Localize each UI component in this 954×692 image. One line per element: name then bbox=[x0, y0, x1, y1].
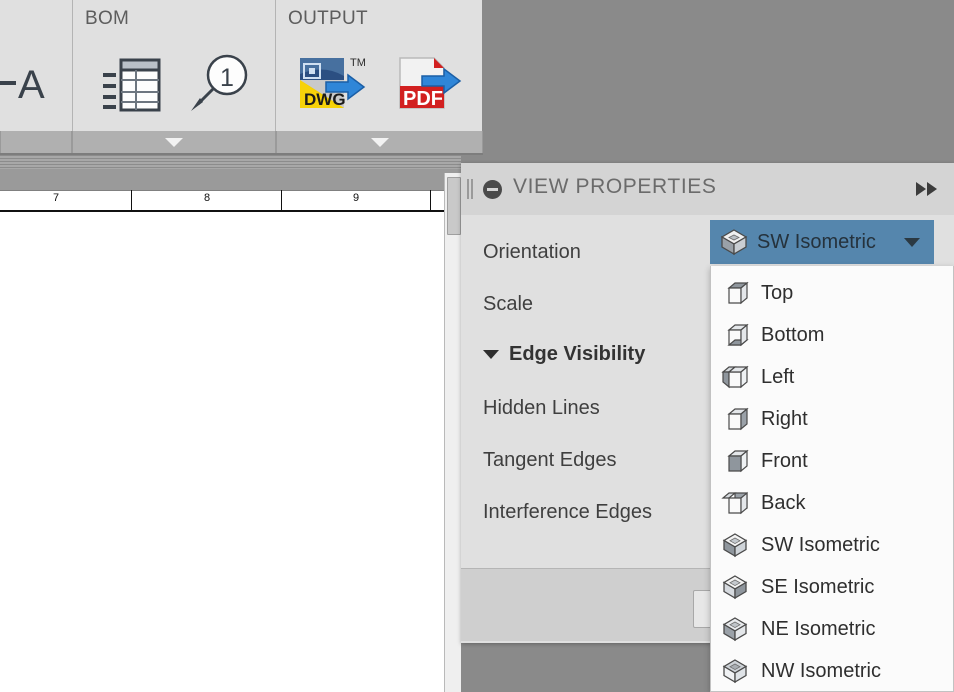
panel-expander-bom[interactable] bbox=[72, 131, 276, 153]
fast-forward-icon[interactable] bbox=[916, 179, 944, 199]
dropdown-option-ne-isometric[interactable]: NE Isometric bbox=[721, 610, 875, 648]
svg-text:DWG: DWG bbox=[304, 90, 346, 109]
cube-top-icon bbox=[727, 281, 749, 305]
export-dwg-tool[interactable]: DWG TM bbox=[294, 52, 370, 118]
ribbon: A BOM 1 OUTPUT DWG TM PDF bbox=[0, 0, 483, 155]
label-scale: Scale bbox=[483, 293, 534, 315]
dropdown-option-label: Back bbox=[761, 491, 806, 514]
label-hidden-lines: Hidden Lines bbox=[483, 397, 600, 419]
dropdown-option-label: SE Isometric bbox=[761, 575, 875, 598]
dropdown-option-sw-isometric[interactable]: SW Isometric bbox=[721, 526, 880, 564]
panel-expander-output[interactable] bbox=[276, 131, 483, 153]
cube-bottom-icon bbox=[727, 323, 749, 347]
ruler-top-line bbox=[0, 190, 444, 191]
export-pdf-icon: PDF bbox=[399, 56, 462, 110]
drawing-canvas[interactable]: 7 8 9 bbox=[0, 155, 461, 692]
dropdown-option-se-isometric[interactable]: SE Isometric bbox=[721, 568, 874, 606]
ribbon-panel-bom-title: BOM bbox=[85, 8, 130, 29]
dropdown-option-nw-isometric[interactable]: NW Isometric bbox=[721, 652, 881, 690]
label-tangent-edges: Tangent Edges bbox=[483, 449, 617, 471]
zone-label: 9 bbox=[352, 193, 360, 205]
dropdown-option-label: Front bbox=[761, 449, 808, 472]
chevron-down-icon bbox=[370, 137, 389, 147]
ribbon-panel-bom: BOM 1 bbox=[72, 0, 275, 131]
label-interference-edges: Interference Edges bbox=[483, 501, 652, 523]
output-tools: DWG TM PDF bbox=[276, 38, 482, 131]
chevron-down-icon bbox=[165, 137, 183, 147]
parts-list-icon bbox=[103, 58, 161, 111]
group-edge-visibility[interactable]: Edge Visibility bbox=[483, 343, 645, 366]
dropdown-option-label: Right bbox=[761, 407, 808, 430]
dropdown-option-label: Left bbox=[761, 365, 795, 388]
dropdown-option-label: NW Isometric bbox=[761, 659, 881, 682]
minus-circle-icon[interactable] bbox=[483, 180, 502, 199]
export-pdf-tool[interactable]: PDF bbox=[392, 52, 464, 118]
app-root: A BOM 1 OUTPUT DWG TM PDF 7 8 9 VIEW PRO… bbox=[0, 0, 954, 692]
dropdown-option-left[interactable]: Left bbox=[721, 358, 794, 396]
sheet-zone-ruler: 7 8 9 bbox=[0, 190, 444, 212]
drag-handle-icon[interactable] bbox=[467, 179, 475, 199]
balloon-icon: 1 bbox=[191, 54, 248, 111]
svg-text:TM: TM bbox=[350, 57, 366, 69]
ribbon-panel-output-title: OUTPUT bbox=[288, 8, 368, 29]
chevron-down-icon[interactable] bbox=[904, 237, 920, 247]
cube-back-icon bbox=[721, 491, 748, 515]
cube-left-icon bbox=[721, 365, 749, 389]
bom-tools: 1 bbox=[73, 38, 275, 131]
canvas-top-hatch bbox=[0, 155, 461, 169]
dropdown-option-right[interactable]: Right bbox=[721, 400, 808, 438]
cube-front-icon bbox=[727, 449, 749, 473]
balloon-tool[interactable]: 1 bbox=[187, 54, 249, 116]
scrollbar-thumb[interactable] bbox=[447, 177, 461, 235]
dropdown-option-bottom[interactable]: Bottom bbox=[721, 316, 824, 354]
leader-text-tool[interactable]: A bbox=[0, 58, 58, 112]
ruler-tick bbox=[131, 190, 132, 210]
dropdown-option-label: Bottom bbox=[761, 323, 825, 346]
isometric-cube-icon bbox=[720, 229, 748, 256]
export-dwg-icon: DWG TM bbox=[300, 57, 366, 109]
ruler-tick bbox=[281, 190, 282, 210]
orientation-dropdown-list[interactable]: Top Bottom Left Right Front Back SW Isom… bbox=[710, 266, 954, 692]
dropdown-option-label: NE Isometric bbox=[761, 617, 876, 640]
iso-se-icon bbox=[722, 575, 748, 600]
parts-list-tool[interactable] bbox=[99, 54, 165, 116]
iso-ne-icon bbox=[722, 617, 748, 642]
caret-down-icon bbox=[483, 350, 499, 359]
orientation-value: SW Isometric bbox=[757, 230, 876, 253]
svg-text:PDF: PDF bbox=[403, 88, 443, 110]
dropdown-option-top[interactable]: Top bbox=[721, 274, 793, 312]
ruler-bottom-line bbox=[0, 210, 444, 212]
canvas-vertical-scrollbar[interactable] bbox=[444, 173, 461, 692]
ruler-tick bbox=[430, 190, 431, 210]
ribbon-panel-output: OUTPUT DWG TM PDF bbox=[275, 0, 482, 131]
svg-text:A: A bbox=[18, 63, 45, 107]
cube-right-icon bbox=[727, 407, 749, 431]
annotation-tools: A bbox=[0, 38, 72, 131]
orientation-combobox[interactable]: SW Isometric bbox=[710, 220, 934, 264]
panel-title: VIEW PROPERTIES bbox=[513, 175, 717, 198]
drawing-sheet bbox=[0, 205, 444, 692]
svg-text:1: 1 bbox=[220, 64, 234, 92]
label-orientation: Orientation bbox=[483, 241, 581, 263]
dropdown-option-front[interactable]: Front bbox=[721, 442, 808, 480]
leader-text-icon: A bbox=[0, 63, 45, 107]
triangle-right-icon bbox=[927, 182, 937, 196]
dropdown-option-label: SW Isometric bbox=[761, 533, 880, 556]
triangle-right-icon bbox=[916, 182, 926, 196]
dropdown-option-back[interactable]: Back bbox=[721, 484, 805, 522]
panel-footer-annotation bbox=[0, 131, 72, 153]
ribbon-panel-row: A BOM 1 OUTPUT DWG TM PDF bbox=[0, 0, 483, 131]
zone-label: 8 bbox=[203, 193, 211, 205]
iso-sw-icon bbox=[722, 533, 748, 558]
zone-label: 7 bbox=[52, 193, 60, 205]
label-edge-visibility: Edge Visibility bbox=[509, 343, 646, 365]
view-properties-titlebar[interactable]: VIEW PROPERTIES bbox=[461, 163, 954, 216]
iso-nw-icon bbox=[722, 659, 748, 684]
ribbon-panel-annotation: A bbox=[0, 0, 72, 131]
dropdown-option-label: Top bbox=[761, 281, 794, 304]
